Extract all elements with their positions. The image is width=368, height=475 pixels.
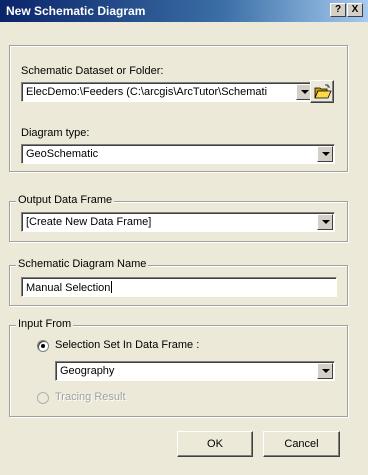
output-frame-group: Output Data Frame [Create New Data Frame…: [9, 194, 348, 242]
diagram-name-value: Manual Selection: [26, 282, 111, 294]
dataset-combo[interactable]: ElecDemo:\Feeders (C:\arcgis\ArcTutor\Sc…: [21, 82, 314, 102]
output-frame-combo[interactable]: [Create New Data Frame]: [21, 212, 335, 232]
input-from-legend: Input From: [16, 318, 74, 330]
ok-button[interactable]: OK: [177, 431, 253, 457]
close-button[interactable]: X: [347, 3, 363, 17]
data-frame-combo[interactable]: Geography: [55, 361, 335, 381]
chevron-down-icon[interactable]: [317, 146, 333, 162]
cancel-button-label: Cancel: [284, 438, 319, 450]
open-folder-icon: [314, 84, 332, 99]
data-frame-value: Geography: [60, 365, 115, 377]
title-bar: New Schematic Diagram ? X: [0, 0, 368, 22]
output-frame-legend: Output Data Frame: [16, 194, 115, 206]
diagram-name-group: Schematic Diagram Name Manual Selection: [9, 258, 348, 306]
diagram-type-combo[interactable]: GeoSchematic: [21, 144, 335, 164]
diagram-type-label: Diagram type:: [21, 127, 90, 139]
ok-button-label: OK: [207, 438, 223, 450]
chevron-down-icon[interactable]: [317, 214, 333, 230]
chevron-down-icon[interactable]: [317, 363, 333, 379]
window-title: New Schematic Diagram: [6, 4, 146, 18]
help-button[interactable]: ?: [330, 3, 346, 17]
dataset-value: ElecDemo:\Feeders (C:\arcgis\ArcTutor\Sc…: [26, 86, 268, 98]
diagram-name-legend: Schematic Diagram Name: [16, 258, 149, 270]
dataset-label: Schematic Dataset or Folder:: [21, 65, 164, 77]
diagram-type-value: GeoSchematic: [26, 148, 99, 160]
diagram-name-input[interactable]: Manual Selection: [21, 277, 337, 297]
dataset-group: Schematic Dataset or Folder: ElecDemo:\F…: [9, 45, 348, 172]
input-from-group: Input From Selection Set In Data Frame :…: [9, 318, 348, 417]
selection-set-label[interactable]: Selection Set In Data Frame :: [55, 339, 199, 351]
tracing-result-radio: [37, 392, 49, 404]
tracing-result-label: Tracing Result: [55, 391, 126, 403]
text-caret: [111, 281, 113, 293]
selection-set-radio[interactable]: [37, 340, 49, 352]
browse-button[interactable]: [310, 80, 334, 103]
output-frame-value: [Create New Data Frame]: [26, 216, 152, 228]
cancel-button[interactable]: Cancel: [263, 431, 340, 457]
